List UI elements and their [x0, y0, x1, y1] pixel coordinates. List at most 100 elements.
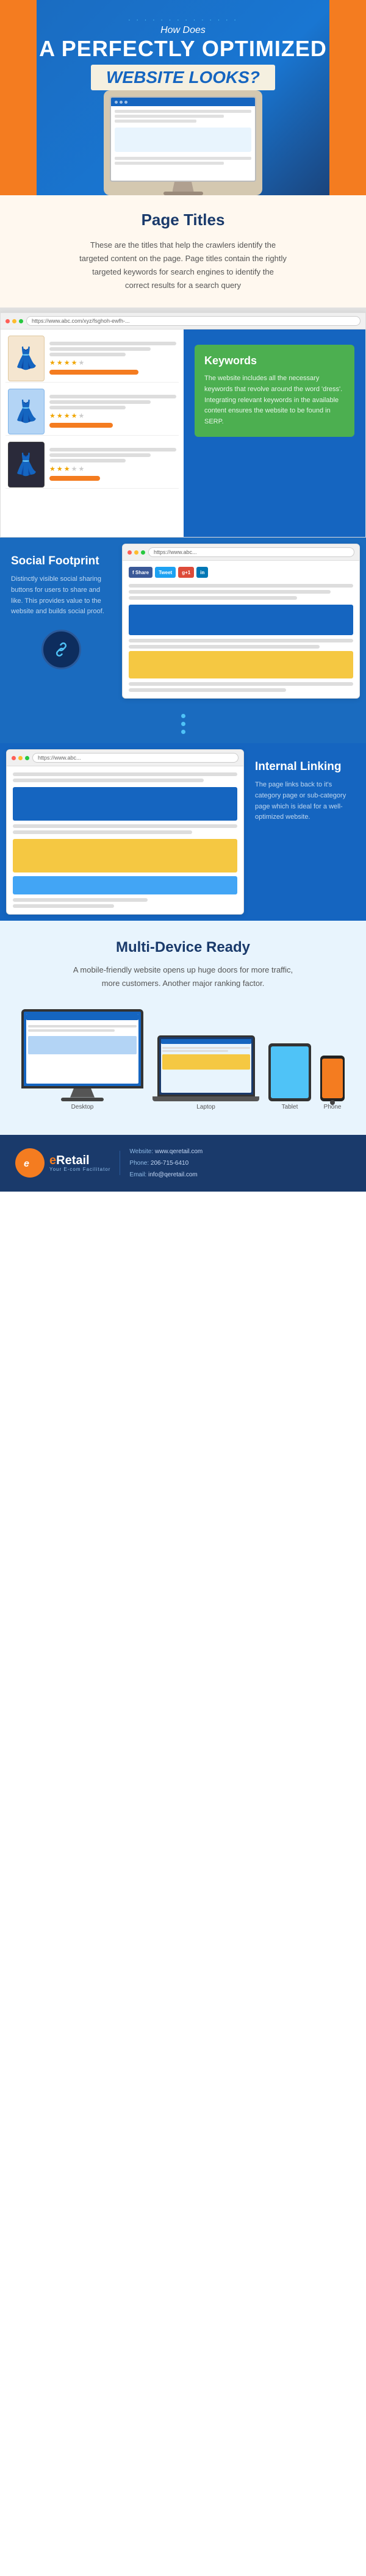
- sep-dot-2: [181, 722, 185, 726]
- devices-container: Desktop Laptop: [18, 1003, 348, 1123]
- product-list: 👗 ★ ★ ★: [1, 329, 184, 494]
- il-line-5: [13, 898, 148, 902]
- logo-brand-name: eRetail: [49, 1154, 110, 1167]
- star-2b: ★: [57, 412, 63, 420]
- browser-url-bar[interactable]: https://www.abc.com/xyz/fsghoh-ewfh-...: [26, 316, 361, 326]
- social-link-icon: [41, 630, 81, 669]
- internal-url-bar[interactable]: https://www.abc...: [32, 753, 239, 763]
- product-line-2a: [49, 395, 176, 398]
- product-line-2b: [49, 400, 151, 404]
- product-info-1: ★ ★ ★ ★ ★: [49, 342, 176, 375]
- tablet-device: Tablet: [268, 1043, 311, 1110]
- footer-phone-label: Phone:: [129, 1160, 150, 1167]
- product-price-3: [49, 476, 100, 481]
- desktop-screen: [21, 1009, 143, 1088]
- star-2a: ★: [49, 412, 56, 420]
- browser-page-titles: https://www.abc.com/xyz/fsghoh-ewfh-... …: [0, 312, 366, 538]
- page-root: · · · · · · · · · · · · · · How Does A P…: [0, 0, 366, 1192]
- multidevice-description: A mobile-friendly website opens up huge …: [67, 963, 299, 990]
- social-url-bar[interactable]: https://www.abc...: [148, 547, 354, 557]
- hero-dots: · · · · · · · · · · · · · ·: [12, 15, 354, 24]
- dsl-2: [28, 1029, 115, 1032]
- share-buttons-row: f Share Tweet g+1 in: [129, 567, 353, 578]
- product-line-1a: [49, 342, 176, 345]
- scl-2: [129, 590, 331, 594]
- monitor-content-line-4: [115, 157, 251, 160]
- keywords-text-side: Keywords The website includes all the ne…: [184, 329, 365, 537]
- il-min: [18, 756, 23, 760]
- desktop-base: [61, 1098, 104, 1101]
- phone-body: [320, 1056, 345, 1101]
- logo-tagline: Your E-com Facilitator: [49, 1167, 110, 1172]
- laptop-screen-header: [161, 1039, 251, 1044]
- multidevice-heading: Multi-Device Ready: [18, 939, 348, 956]
- desktop-device: Desktop: [21, 1009, 143, 1110]
- social-description: Distinctly visible social sharing button…: [11, 574, 111, 617]
- scl-3: [129, 596, 297, 600]
- multi-device-section: Multi-Device Ready A mobile-friendly web…: [0, 921, 366, 1134]
- desktop-screen-inner: [26, 1014, 138, 1084]
- desktop-screen-header: [26, 1014, 138, 1020]
- social-img-block-yellow: [129, 651, 353, 678]
- il-max: [25, 756, 29, 760]
- product-item-2: 👗 ★ ★ ★: [5, 387, 179, 436]
- footer: e eRetail Your E-com Facilitator Website…: [0, 1135, 366, 1192]
- googleplus-share-btn[interactable]: g+1: [178, 567, 194, 578]
- phone-device: Phone: [320, 1056, 345, 1110]
- social-browser-content: f Share Tweet g+1 in: [123, 561, 359, 698]
- monitor-dot-2: [120, 101, 123, 104]
- laptop-base: [152, 1096, 259, 1101]
- social-icon-container: [11, 630, 111, 669]
- star-1a: ★: [49, 359, 56, 367]
- footer-website-row: Website: www.qeretail.com: [129, 1146, 203, 1157]
- product-stars-3: ★ ★ ★ ★ ★: [49, 465, 176, 473]
- il-block-blue-1: [13, 787, 237, 821]
- page-titles-heading: Page Titles: [37, 210, 329, 229]
- monitor-content-line-1: [115, 110, 251, 113]
- footer-email-value: info@qeretail.com: [148, 1171, 198, 1178]
- scl-5: [129, 645, 320, 649]
- product-line-3c: [49, 459, 126, 462]
- product-price-1: [49, 370, 138, 375]
- s-max: [141, 550, 145, 555]
- page-titles-section: Page Titles These are the titles that he…: [0, 195, 366, 308]
- linkedin-share-btn[interactable]: in: [196, 567, 208, 578]
- footer-phone-value: 206-715-6410: [151, 1160, 188, 1167]
- browser-container-page-titles: https://www.abc.com/xyz/fsghoh-ewfh-... …: [0, 308, 366, 538]
- laptop-screen: [157, 1035, 255, 1096]
- facebook-share-btn[interactable]: f Share: [129, 567, 152, 578]
- product-line-1b: [49, 347, 151, 351]
- monitor-stand: [173, 182, 194, 192]
- il-line-1: [13, 772, 237, 776]
- monitor-display: [110, 96, 256, 182]
- star-2e: ★: [79, 412, 85, 420]
- star-1e: ★: [79, 359, 85, 367]
- product-info-3: ★ ★ ★ ★ ★: [49, 448, 176, 481]
- product-stars-1: ★ ★ ★ ★ ★: [49, 359, 176, 367]
- twitter-share-btn[interactable]: Tweet: [155, 567, 176, 578]
- link-svg-icon: [51, 639, 72, 660]
- keywords-description: The website includes all the necessary k…: [204, 373, 345, 427]
- internal-browser: https://www.abc...: [6, 749, 244, 915]
- il-block-yellow: [13, 839, 237, 872]
- products-side: 👗 ★ ★ ★: [1, 329, 184, 537]
- il-line-3: [13, 824, 237, 828]
- dots-separator: [0, 705, 366, 743]
- s-close: [127, 550, 132, 555]
- lsl-2: [162, 1050, 228, 1052]
- hero-section: · · · · · · · · · · · · · · How Does A P…: [0, 0, 366, 195]
- product-image-3: 👗: [8, 443, 45, 486]
- social-footprint-section: Social Footprint Distinctly visible soci…: [0, 538, 366, 705]
- social-browser: https://www.abc... f Share Tweet g+1 in: [122, 544, 360, 699]
- browser-minimize-dot: [12, 319, 16, 323]
- footer-email-label: Email:: [129, 1171, 148, 1178]
- footer-phone-row: Phone: 206-715-6410: [129, 1157, 203, 1169]
- internal-linking-section: https://www.abc... Internal Linking: [0, 743, 366, 921]
- product-image-1: 👗: [8, 337, 45, 380]
- monitor-dot-3: [124, 101, 127, 104]
- star-1b: ★: [57, 359, 63, 367]
- laptop-screen-inner: [161, 1039, 251, 1093]
- tablet-body: [268, 1043, 311, 1101]
- product-item-1: 👗 ★ ★ ★: [5, 334, 179, 383]
- desktop-stand: [70, 1088, 95, 1098]
